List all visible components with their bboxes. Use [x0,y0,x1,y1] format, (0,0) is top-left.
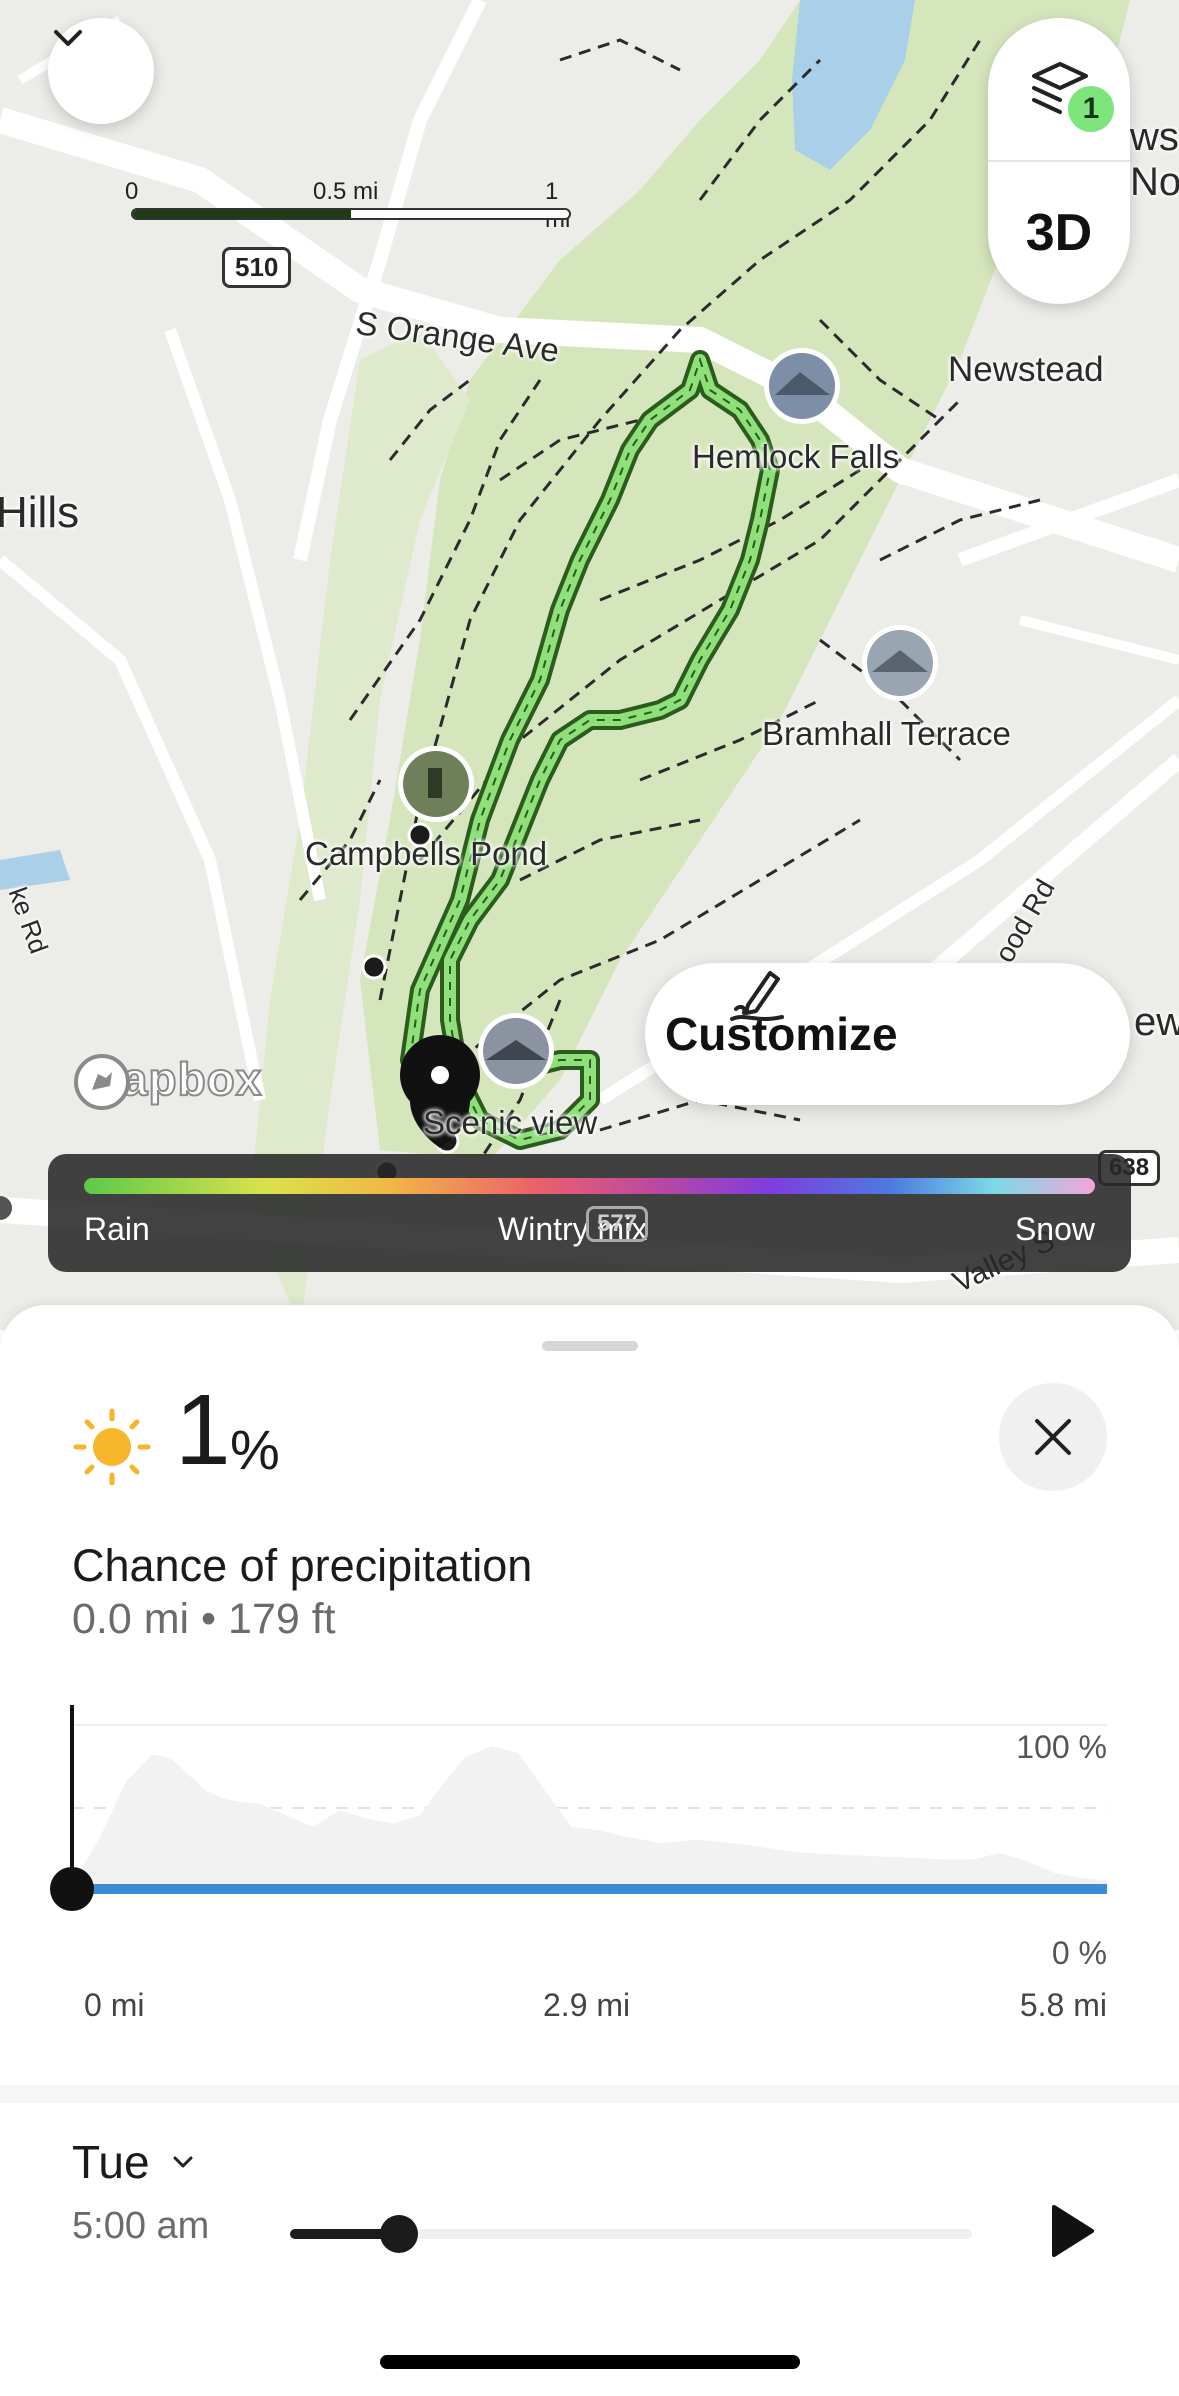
x-tick-end: 5.8 mi [1019,1987,1107,2023]
chevron-down-icon [54,30,82,46]
precipitation-legend: Rain Wintry mix Snow 577 [48,1154,1131,1272]
y-tick-100: 100 % [1016,1729,1107,1765]
time-label: 5:00 am [72,2205,210,2247]
label-hemlock-falls: Hemlock Falls [692,438,900,475]
road-shield-577: 577 [586,1206,649,1242]
chart-cursor-handle[interactable] [50,1867,94,1911]
road-shield-510: 510 [222,247,292,288]
pencil-signature-icon [730,971,784,1021]
layers-button[interactable]: 1 [988,18,1130,160]
metric-subtitle: 0.0 mi • 179 ft [72,1595,336,1643]
precipitation-chart[interactable]: 100 % 0 % 0 mi 2.9 mi 5.8 mi [0,1705,1179,2035]
legend-gradient [84,1178,1095,1194]
time-controls: Tue 5:00 am [0,2105,1179,2305]
x-tick-start: 0 mi [84,1987,145,2023]
photo-marker-campbells[interactable] [398,746,474,822]
sun-icon [73,1408,151,1486]
photo-marker-bramhall[interactable] [862,625,938,701]
scale-label-half: 0.5 mi [313,178,379,205]
mapbox-icon [74,1054,130,1110]
time-slider[interactable] [290,2215,972,2253]
play-icon[interactable] [1048,2201,1098,2261]
section-divider [0,2085,1179,2103]
trail-map[interactable]: 0 0.5 mi 1 mi S Orange Ave Newstead Heml… [0,0,1179,1330]
metric-title: Chance of precipitation [72,1540,533,1591]
legend-rain: Rain [84,1211,150,1247]
weather-sheet: 1 % Chance of precipitation 0.0 mi • 179… [0,1305,1179,2396]
scale-label-0: 0 [125,178,139,205]
scale-bar [131,208,571,220]
chevron-down-icon [173,2156,193,2168]
label-bramhall-terrace: Bramhall Terrace [762,715,1011,752]
legend-snow: Snow [1014,1211,1095,1247]
close-icon [1035,1419,1071,1455]
mapbox-logo[interactable]: mapbox [72,1052,262,1110]
three-d-button[interactable]: 3D [988,162,1130,304]
precipitation-value: 1 [175,1374,231,1486]
collapse-button[interactable] [48,18,154,124]
map-scale: 0 0.5 mi 1 mi [125,178,575,233]
precipitation-unit: % [230,1418,280,1481]
scale-label-1mi: 1 mi [545,178,570,233]
x-tick-mid: 2.9 mi [543,1987,631,2023]
map-controls: 1 3D [988,18,1130,304]
drag-handle[interactable] [542,1341,638,1351]
label-newstead: Newstead [948,350,1104,389]
home-indicator [380,2355,800,2369]
y-tick-0: 0 % [1051,1935,1107,1971]
time-slider-thumb[interactable] [380,2215,419,2253]
close-button[interactable] [999,1383,1107,1491]
day-label: Tue [72,2136,150,2188]
customize-button[interactable]: Customize [645,963,1130,1105]
label-ew-partial: ew [1134,1000,1179,1044]
label-news-partial: ws [1130,115,1179,159]
label-hills: Hills [0,488,80,537]
label-scenic-view: Scenic view [423,1104,598,1141]
layers-count-badge: 1 [1068,86,1114,132]
photo-marker-hemlock[interactable] [764,348,840,424]
day-selector[interactable]: Tue [72,2135,196,2189]
label-no-partial: No [1130,160,1179,204]
precipitation-area [72,1746,1107,1889]
label-campbells-pond: Campbells Pond [305,835,548,872]
chart-plot[interactable] [0,1705,1179,2035]
photo-marker-scenic[interactable] [478,1013,554,1089]
